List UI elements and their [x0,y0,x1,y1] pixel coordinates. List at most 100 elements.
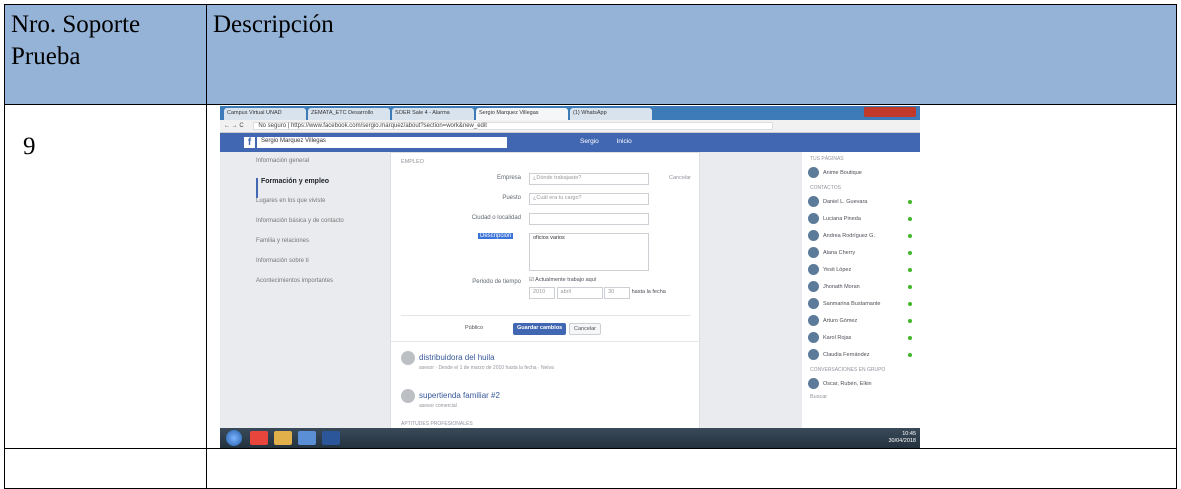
window-controls[interactable] [864,107,916,117]
group-item[interactable]: Oscar, Rubén, Elkin [802,375,920,392]
header-cell-description: Descripción [206,4,1177,105]
nav-item[interactable]: Acontecimientos importantes [256,278,384,298]
avatar [808,315,819,326]
contact-item[interactable]: Andrea Rodríguez G. [802,227,920,244]
chrome-icon[interactable] [250,431,268,445]
work-item-title[interactable]: distribuidora del huila [419,353,495,362]
page-item[interactable]: Anime Boutique [802,164,920,181]
contact-name: Karol Rojas [823,334,852,341]
windows-taskbar: 10:45 30/04/2018 [220,428,920,448]
nav-item-selected[interactable]: Formación y empleo [256,178,384,198]
browser-tab[interactable]: (1) WhatsApp [570,108,652,120]
online-dot [908,199,912,204]
cancel-link[interactable]: Cancelar [669,175,691,181]
contact-item[interactable]: Yesit López [802,261,920,278]
groups-header: CONVERSACIONES EN GRUPO [810,367,886,373]
divider [401,315,691,316]
ciudad-label: Ciudad o localidad [471,215,521,221]
work-item-title[interactable]: supertienda familiar #2 [419,391,500,400]
avatar [808,298,819,309]
clock-date: 30/04/2018 [888,438,916,444]
facebook-header: f Sergio Marquez Villegas Sergio Inicio [220,133,920,152]
work-item[interactable]: distribuidora del huila asesor · Desde el… [401,351,554,371]
chat-sidebar: TUS PÁGINAS Anime Boutique CONTACTOS Dan… [802,152,920,442]
about-left-nav: Información general Formación y empleo L… [256,158,384,298]
contact-item[interactable]: Claudia Fernández [802,346,920,363]
contact-item[interactable]: Arturo Gómez [802,312,920,329]
avatar [808,281,819,292]
descripcion-textarea[interactable]: oficios varios [529,233,649,271]
nav-item[interactable]: Lugares en los que viviste [256,198,384,218]
online-dot [908,301,912,306]
row-number-cell: 9 [4,104,207,449]
current-job-checkbox[interactable]: ☑ Actualmente trabajo aquí [529,277,596,283]
contact-name: Daniel L. Guevara [823,198,868,205]
contact-item[interactable]: Karol Rojas [802,329,920,346]
contact-name: Jhonath Moran [823,283,860,290]
security-label: No seguro [258,123,287,129]
descripcion-label: Descripción [478,233,514,239]
taskbar-clock[interactable]: 10:45 30/04/2018 [888,431,916,445]
browser-tab[interactable]: SOER Sale 4 - Alarma [392,108,474,120]
work-item[interactable]: supertienda familiar #2 asesor comercial [401,389,500,409]
contact-item[interactable]: Daniel L. Guevara [802,193,920,210]
period-selects: 2010 abril 30 hasta la fecha [529,287,666,299]
nav-item[interactable]: Familia y relaciones [256,238,384,258]
chat-search-input[interactable]: Buscar [802,392,920,402]
pages-header: TUS PÁGINAS [810,156,844,162]
avatar [808,349,819,360]
row-number: 9 [23,133,36,160]
nav-item[interactable]: Información básica y de contacto [256,218,384,238]
cancel-button[interactable]: Cancelar [569,323,602,335]
avatar [808,213,819,224]
browser-tab-active[interactable]: Sergio Marquez Villegas [476,108,568,120]
empty-cell [4,448,207,489]
word-icon[interactable] [322,431,340,445]
online-dot [908,335,912,340]
address-bar[interactable]: ← → C No seguro | https://www.facebook.c… [220,120,920,133]
media-icon[interactable] [298,431,316,445]
contact-name: Alana Cherry [823,249,856,256]
header-inicio[interactable]: Inicio [617,138,632,145]
avatar [808,167,819,178]
online-dot [908,318,912,323]
period-end-text: hasta la fecha [631,289,666,295]
puesto-input[interactable]: ¿Cuál era tu cargo? [529,193,649,205]
contact-item[interactable]: Luciana Pineda [802,210,920,227]
facebook-logo-icon[interactable]: f [244,137,255,148]
avatar [808,247,819,258]
contact-item[interactable]: Alana Cherry [802,244,920,261]
empresa-input[interactable]: ¿Dónde trabajaste? [529,173,649,185]
url-field[interactable]: No seguro | https://www.facebook.com/ser… [253,122,774,130]
puesto-label: Puesto [502,195,521,201]
audience-selector[interactable]: Público [461,323,487,335]
start-button-icon[interactable] [226,430,242,446]
embedded-screenshot: Campus Virtual UNAD ZEMATA_ETC Desarroll… [220,106,920,448]
nav-item[interactable]: Información sobre ti [256,258,384,278]
contact-item[interactable]: Jhonath Moran [802,278,920,295]
year-select[interactable]: 2010 [529,287,555,299]
group-name: Oscar, Rubén, Elkin [823,380,872,387]
work-edit-panel: EMPLEO Cancelar Empresa ¿Dónde trabajast… [390,152,700,448]
url-text: https://www.facebook.com/sergio.marquez/… [290,123,487,129]
contact-name: Andrea Rodríguez G. [823,232,875,239]
divider [391,341,699,342]
empresa-label: Empresa [496,175,521,181]
nav-arrows-icon[interactable]: ← → C [224,123,244,129]
header-nro-soporte: Nro. Soporte Prueba [11,11,141,70]
work-icon [401,389,415,403]
month-select[interactable]: abril [556,287,603,299]
day-select[interactable]: 30 [604,287,631,299]
nav-item[interactable]: Información general [256,158,384,178]
online-dot [908,267,912,272]
online-dot [908,216,912,221]
ciudad-input[interactable] [529,213,649,225]
contact-item[interactable]: Sanmarina Bustamante [802,295,920,312]
browser-tab[interactable]: Campus Virtual UNAD [224,108,306,120]
browser-tab[interactable]: ZEMATA_ETC Desarrollo [308,108,390,120]
row-description-cell: Campus Virtual UNAD ZEMATA_ETC Desarroll… [206,104,1177,449]
folder-icon[interactable] [274,431,292,445]
save-button[interactable]: Guardar cambios [513,323,567,335]
facebook-search-input[interactable]: Sergio Marquez Villegas [257,137,507,148]
header-user[interactable]: Sergio [580,138,599,145]
